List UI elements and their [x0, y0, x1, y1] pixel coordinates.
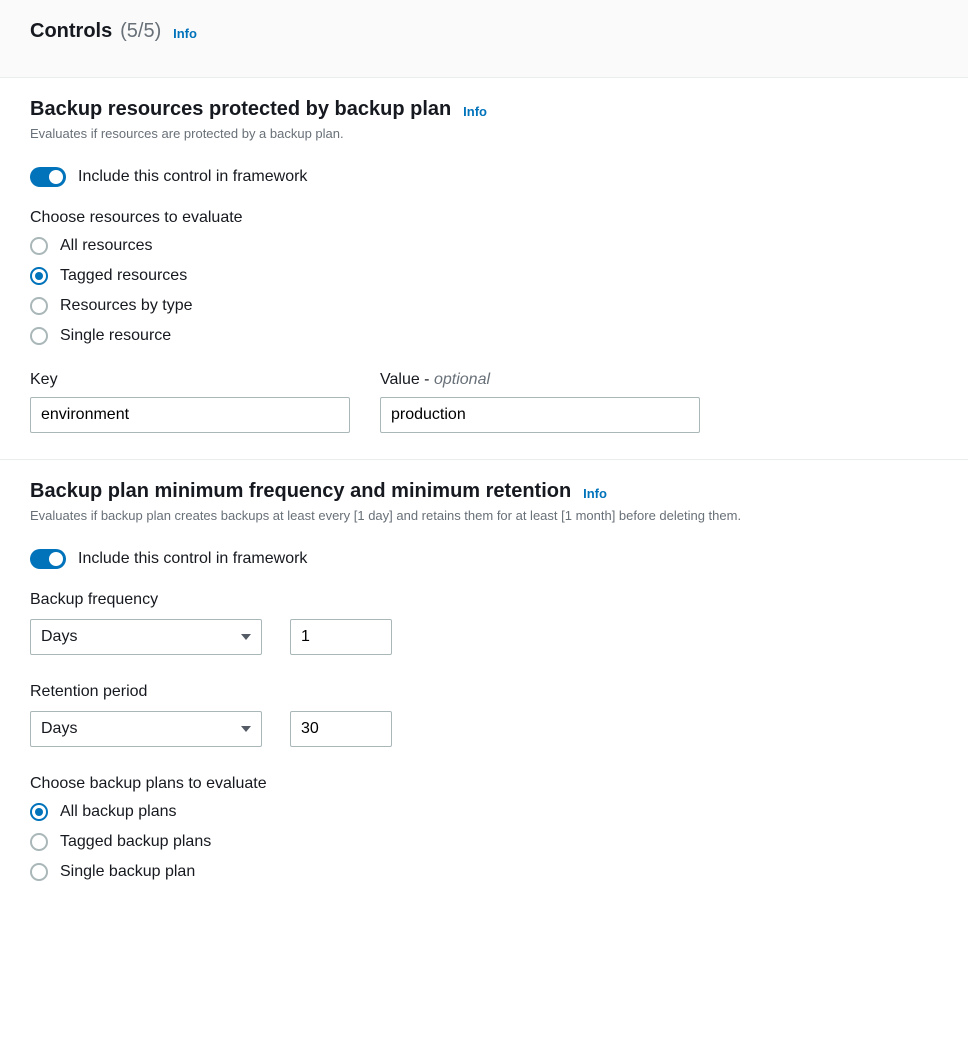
retention-value-input[interactable]: [290, 711, 392, 747]
radio-resources-by-type[interactable]: Resources by type: [30, 297, 938, 315]
radio-icon: [30, 863, 48, 881]
include-toggle-1[interactable]: [30, 167, 66, 187]
section-desc: Evaluates if backup plan creates backups…: [30, 507, 938, 525]
radio-icon: [30, 803, 48, 821]
radio-tagged-backup-plans[interactable]: Tagged backup plans: [30, 833, 938, 851]
section-backup-resources: Backup resources protected by backup pla…: [0, 78, 968, 459]
info-link-header[interactable]: Info: [173, 26, 197, 41]
section-title: Backup plan minimum frequency and minimu…: [30, 480, 571, 502]
frequency-value-input[interactable]: [290, 619, 392, 655]
radio-tagged-resources[interactable]: Tagged resources: [30, 267, 938, 285]
panel-header: Controls (5/5) Info: [0, 0, 968, 78]
radio-all-resources[interactable]: All resources: [30, 237, 938, 255]
radio-label: Tagged backup plans: [60, 833, 211, 851]
frequency-unit-select[interactable]: Days: [30, 619, 262, 655]
radio-label: All backup plans: [60, 803, 177, 821]
panel-count: (5/5): [120, 20, 161, 42]
radio-single-backup-plan[interactable]: Single backup plan: [30, 863, 938, 881]
retention-period-heading: Retention period: [30, 683, 938, 701]
optional-text: optional: [434, 371, 490, 388]
section-title: Backup resources protected by backup pla…: [30, 98, 451, 120]
backup-frequency-heading: Backup frequency: [30, 591, 938, 609]
radio-single-resource[interactable]: Single resource: [30, 327, 938, 345]
radio-icon: [30, 267, 48, 285]
radio-label: Resources by type: [60, 297, 193, 315]
radio-label: Single resource: [60, 327, 171, 345]
info-link-section1[interactable]: Info: [463, 104, 487, 119]
radio-icon: [30, 833, 48, 851]
radio-label: All resources: [60, 237, 152, 255]
include-toggle-2[interactable]: [30, 549, 66, 569]
include-toggle-label: Include this control in framework: [78, 168, 307, 186]
key-label: Key: [30, 371, 350, 389]
radio-icon: [30, 237, 48, 255]
radio-label: Tagged resources: [60, 267, 187, 285]
retention-unit-select[interactable]: Days: [30, 711, 262, 747]
section-backup-plan-freq: Backup plan minimum frequency and minimu…: [0, 459, 968, 919]
value-label-text: Value -: [380, 371, 430, 388]
frequency-unit-value: Days: [41, 628, 77, 646]
include-toggle-label: Include this control in framework: [78, 550, 307, 568]
value-input[interactable]: [380, 397, 700, 433]
panel-title: Controls: [30, 20, 112, 42]
chevron-down-icon: [241, 634, 251, 640]
radio-all-backup-plans[interactable]: All backup plans: [30, 803, 938, 821]
choose-resources-heading: Choose resources to evaluate: [30, 209, 938, 227]
info-link-section2[interactable]: Info: [583, 486, 607, 501]
section-desc: Evaluates if resources are protected by …: [30, 125, 938, 143]
radio-icon: [30, 297, 48, 315]
choose-plans-heading: Choose backup plans to evaluate: [30, 775, 938, 793]
value-label: Value - optional: [380, 371, 700, 389]
retention-unit-value: Days: [41, 720, 77, 738]
chevron-down-icon: [241, 726, 251, 732]
radio-icon: [30, 327, 48, 345]
key-input[interactable]: [30, 397, 350, 433]
radio-label: Single backup plan: [60, 863, 195, 881]
